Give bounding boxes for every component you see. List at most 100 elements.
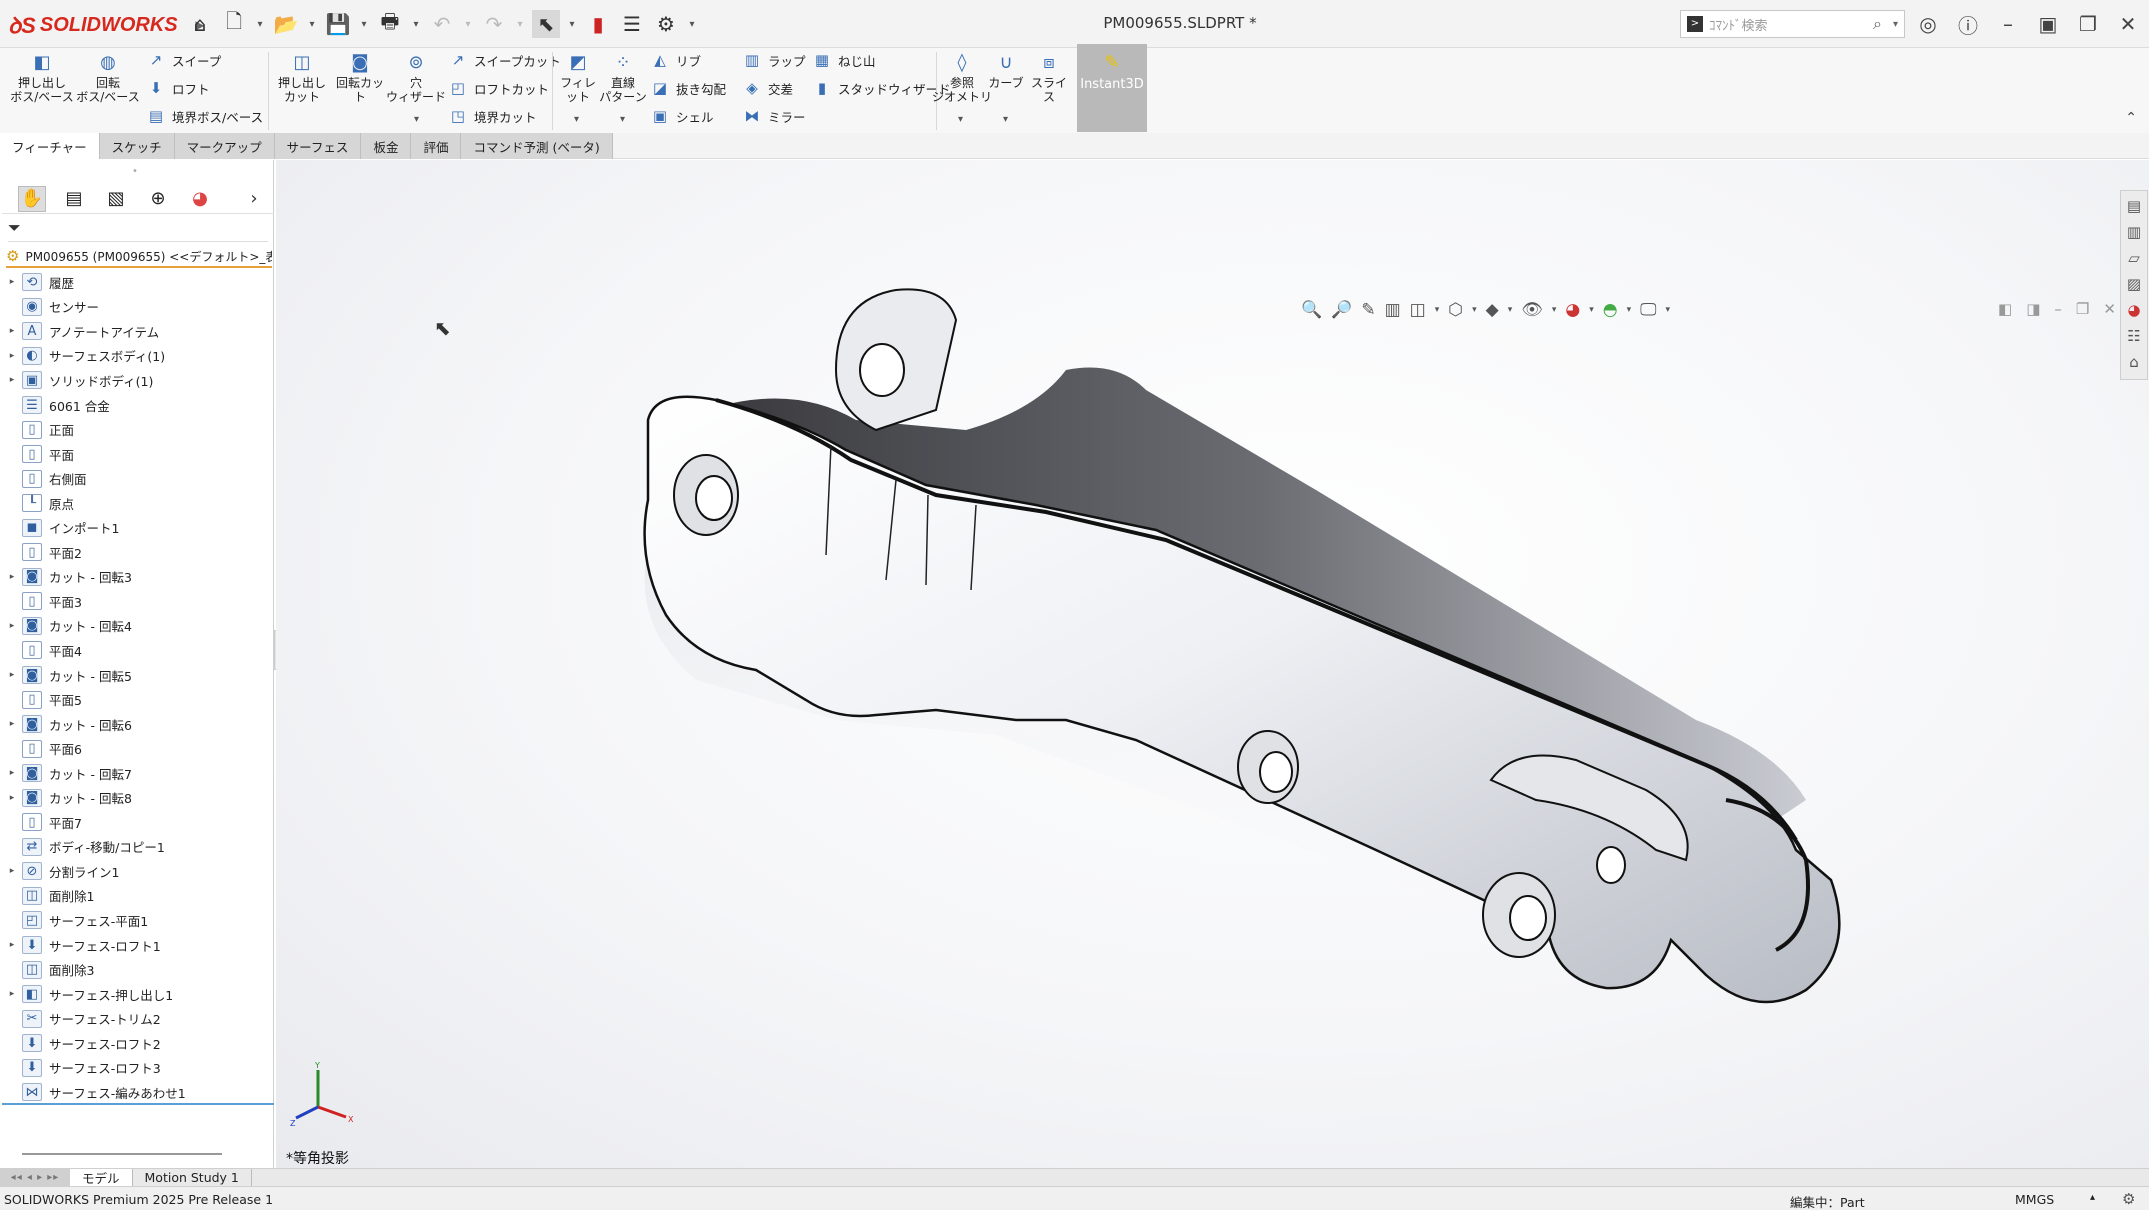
extrude-cut-button[interactable]: ◫ 押し出し カット [272,52,332,105]
tree-item[interactable]: ▸ ◙ カット - 回転8 [2,785,274,810]
tile-icon[interactable]: ▣ [2028,10,2068,38]
stud-wizard-button[interactable]: ▮ スタッドウィザード [812,78,951,98]
tree-item[interactable]: ⬇ サーフェス-ロフト3 [2,1056,274,1081]
fillet-button[interactable]: ◩ フィレット [556,52,600,105]
view-orientation-icon[interactable]: ⬡ [1448,300,1463,320]
tree-item[interactable]: ⋈ サーフェス-編みあわせ1 [2,1080,274,1105]
loft-cut-button[interactable]: ◰ ロフトカット [448,78,549,98]
select-icon[interactable]: ⬉ [532,10,560,38]
view-palette-icon[interactable]: ▨ [2127,275,2141,293]
hide-dropdown-icon[interactable]: ▾ [1552,300,1557,320]
expand-arrow-icon[interactable]: ▸ [2,866,22,876]
panel-grip-icon[interactable]: • [132,166,138,177]
curves-button[interactable]: ∪ カーブ [986,52,1026,91]
hole-dropdown-icon[interactable]: ▾ [414,114,419,125]
file-explorer-icon[interactable]: ▱ [2128,249,2140,267]
new-dropdown-icon[interactable]: ▾ [254,10,266,38]
tree-item[interactable]: ✂ サーフェス-トリム2 [2,1006,274,1031]
help-icon[interactable]: ⓘ [1948,10,1988,38]
expand-arrow-icon[interactable]: ▸ [2,768,22,778]
zoom-area-icon[interactable]: 🔎 [1331,300,1352,320]
appearances-icon[interactable]: ◕ [2127,301,2140,319]
expand-arrow-icon[interactable]: ▸ [2,670,22,680]
restore-icon[interactable]: ❐ [2068,10,2108,38]
hole-wizard-button[interactable]: ⊚ 穴 ウィザード [386,52,446,105]
settings-dropdown-icon[interactable]: ▾ [1666,300,1671,320]
draft-button[interactable]: ◪ 抜き勾配 [650,78,726,98]
file-properties-icon[interactable]: ☰ [618,10,646,38]
tree-item[interactable]: ▯ 平面4 [2,638,274,663]
panel-scrollbar[interactable] [22,1153,222,1155]
search-dropdown-icon[interactable]: ▾ [1893,19,1898,30]
boundary-cut-button[interactable]: ◳ 境界カット [448,106,537,126]
loft-button[interactable]: ⬇ ロフト [146,78,210,98]
display-manager-tab-icon[interactable]: ◕ [186,186,214,212]
undo-dropdown-icon[interactable]: ▾ [462,10,474,38]
instant3d-button[interactable]: ✎ Instant3D [1077,44,1147,132]
user-account-icon[interactable]: ◎ [1908,10,1948,38]
part-model[interactable] [276,160,2149,1170]
tree-item[interactable]: ◼ インポート1 [2,515,274,540]
options-icon[interactable]: ⚙ [652,10,680,38]
tree-item[interactable]: ▸ ⊘ 分割ライン1 [2,859,274,884]
sweep-button[interactable]: ↗ スイープ [146,50,222,70]
tree-item[interactable]: ▯ 平面7 [2,810,274,835]
solidworks-logo[interactable]: ꝺS SOLIDWORKS ▸ [8,10,204,40]
rebuild-icon[interactable]: ▮ [584,10,612,38]
viewport-restore-icon[interactable]: ❐ [2076,300,2089,318]
tree-item[interactable]: ◫ 面削除1 [2,884,274,909]
viewport-close-icon[interactable]: ✕ [2103,300,2116,318]
tree-filter[interactable]: ⏷ [8,218,268,242]
split-horizontal-icon[interactable]: ◧ [1998,300,2012,318]
tree-item[interactable]: ◉ センサー [2,295,274,320]
collapse-ribbon-icon[interactable]: ⌃ [2125,110,2137,126]
home-icon[interactable]: ⌂ [186,10,214,38]
configuration-manager-tab-icon[interactable]: ▧ [102,186,130,212]
tree-item[interactable]: ▸ ◙ カット - 回転5 [2,663,274,688]
feature-manager-tab-icon[interactable]: ✋ [18,185,46,212]
tree-item[interactable]: ▸ A アノテートアイテム [2,319,274,344]
forum-icon[interactable]: ⌂ [2129,353,2139,371]
scene-dropdown-icon[interactable]: ▾ [1627,300,1632,320]
slice-button[interactable]: ⧈ スライス [1028,52,1070,105]
boundary-boss-button[interactable]: ▤ 境界ボス/ベース [146,106,263,126]
expand-arrow-icon[interactable]: ▸ [2,375,22,385]
tree-item[interactable]: ▸ ⟲ 履歴 [2,270,274,295]
open-dropdown-icon[interactable]: ▾ [306,10,318,38]
intersect-button[interactable]: ◈ 交差 [742,78,793,98]
view-dropdown-icon[interactable]: ▾ [1435,300,1440,320]
tree-item[interactable]: ▸ ◙ カット - 回転3 [2,565,274,590]
save-icon[interactable]: 💾 [324,10,352,38]
dimxpert-tab-icon[interactable]: ⊕ [144,186,172,212]
print-icon[interactable]: 🖶 [376,9,404,38]
tree-item[interactable]: ◰ サーフェス-平面1 [2,908,274,933]
options-dropdown-icon[interactable]: ▾ [686,10,698,38]
tree-item[interactable]: ▸ ◐ サーフェスボディ(1) [2,344,274,369]
minimize-icon[interactable]: – [1988,10,2028,38]
tree-item[interactable]: ▸ ◧ サーフェス-押し出し1 [2,982,274,1007]
expand-arrow-icon[interactable]: ▸ [2,277,22,287]
tree-item[interactable]: ┖ 原点 [2,491,274,516]
view-settings-icon[interactable]: 🖵 [1640,300,1656,320]
tree-item[interactable]: ▯ 平面3 [2,589,274,614]
tab-markup[interactable]: マークアップ [174,133,275,159]
revolve-boss-button[interactable]: ◍ 回転 ボス/ベース [76,52,140,105]
tree-item[interactable]: ◫ 面削除3 [2,957,274,982]
viewport-minimize-icon[interactable]: – [2054,300,2062,318]
print-dropdown-icon[interactable]: ▾ [410,10,422,38]
reference-dropdown-icon[interactable]: ▾ [958,114,963,125]
apply-scene-icon[interactable]: ◓ [1603,300,1618,320]
graphics-area[interactable]: 🔍 🔎 ✎ ▥ ◫ ▾ ⬡ ▾ ◆ ▾ 👁 ▾ ◕ ▾ ◓ ▾ 🖵 ▾ ◧ ◨ – ❐ ✕ Y… [276,160,2149,1170]
status-unit-system[interactable]: MMGS [2015,1192,2054,1207]
orientation-dropdown-icon[interactable]: ▾ [1472,300,1477,320]
tree-item[interactable]: ▸ ⬇ サーフェス-ロフト1 [2,933,274,958]
tab-model[interactable]: モデル [70,1168,133,1187]
hide-show-icon[interactable]: 👁 [1521,300,1543,320]
tab-command-prediction[interactable]: コマンド予測 (ベータ) [461,133,613,159]
more-tabs-icon[interactable]: › [240,186,268,212]
tree-item[interactable]: ☰ 6061 合金 [2,393,274,418]
save-dropdown-icon[interactable]: ▾ [358,10,370,38]
expand-arrow-icon[interactable]: ▸ [2,793,22,803]
tab-motion-study[interactable]: Motion Study 1 [133,1168,252,1187]
shell-button[interactable]: ▣ シェル [650,106,714,126]
